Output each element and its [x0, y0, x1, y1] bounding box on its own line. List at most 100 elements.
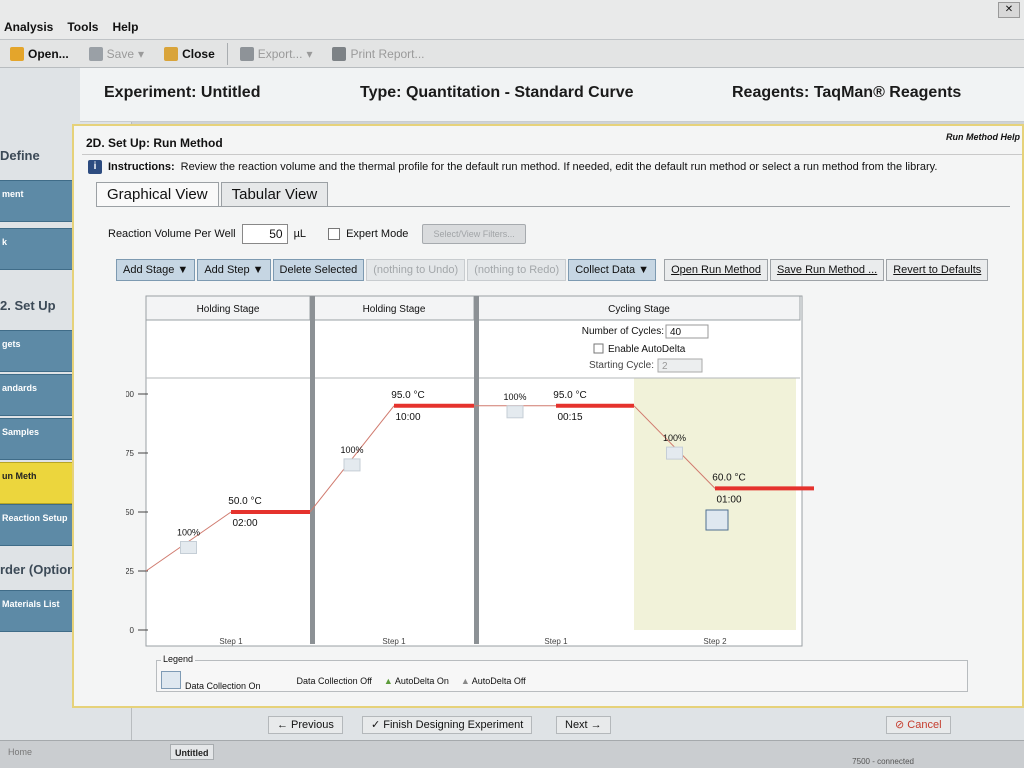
- open-run-method-button[interactable]: Open Run Method: [664, 259, 768, 281]
- step-label: Step 1: [219, 637, 243, 646]
- cancel-button[interactable]: ⊘ Cancel: [886, 716, 951, 734]
- step-temperature: 95.0 °C: [553, 390, 586, 401]
- starting-cycle-label: Starting Cycle:: [589, 360, 654, 371]
- ramp-rate: 100%: [503, 392, 526, 402]
- view-tabs: Graphical View Tabular View: [96, 182, 330, 206]
- menu-list: Analysis Tools Help: [4, 20, 138, 34]
- reaction-volume-row: Reaction Volume Per Well 50 µL Expert Mo…: [108, 224, 526, 244]
- tab-graphical-view[interactable]: Graphical View: [96, 182, 219, 206]
- sidebar-setup-heading: 2. Set Up: [0, 298, 56, 313]
- export-button[interactable]: Export... ▾: [232, 43, 321, 65]
- tab-underline: [96, 206, 1010, 207]
- step-temperature: 50.0 °C: [228, 496, 261, 507]
- legend-title: Legend: [161, 654, 196, 664]
- legend: Legend Data Collection On Data Collectio…: [156, 654, 968, 692]
- collect-data-button[interactable]: Collect Data ▼: [568, 259, 657, 281]
- tab-tabular-view[interactable]: Tabular View: [220, 182, 329, 206]
- experiment-header: Experiment: Untitled Type: Quantitation …: [80, 68, 1024, 122]
- y-axis-tick-label: 75: [126, 449, 135, 458]
- close-button[interactable]: Close: [156, 43, 223, 65]
- delete-selected-button[interactable]: Delete Selected: [272, 259, 365, 281]
- save-button[interactable]: Save ▾: [81, 43, 152, 65]
- add-stage-button[interactable]: Add Stage ▼: [116, 259, 196, 281]
- bottom-tab-untitled[interactable]: Untitled: [170, 744, 214, 760]
- reaction-volume-input[interactable]: 50: [241, 224, 288, 244]
- y-axis-tick-label: 0: [130, 626, 135, 635]
- sidebar-item-experiment[interactable]: ment: [0, 180, 76, 222]
- bottom-tab-home[interactable]: Home: [4, 744, 36, 760]
- info-icon: i: [88, 160, 102, 174]
- redo-button[interactable]: (nothing to Redo): [467, 259, 567, 281]
- legend-items: Data Collection On Data Collection Off ▲…: [161, 671, 526, 691]
- legend-data-collection-on: Data Collection On: [161, 671, 261, 691]
- thermal-profile-chart: 0 25 50 75 100 Holding Stage Holding Stage Cycl…: [126, 294, 948, 650]
- window-close-icon[interactable]: ✕: [998, 2, 1020, 18]
- step-label: Step 1: [544, 637, 568, 646]
- next-button[interactable]: Next →: [556, 716, 611, 734]
- export-icon: [239, 46, 254, 61]
- reaction-volume-unit: µL: [293, 228, 307, 240]
- y-axis-tick-label: 25: [126, 567, 135, 576]
- autodelta-off-icon: ▲: [460, 676, 470, 686]
- finish-designing-button[interactable]: ✓ Finish Designing Experiment: [362, 716, 533, 734]
- expert-mode-checkbox[interactable]: [328, 228, 341, 240]
- stage-name: Cycling Stage: [608, 304, 670, 315]
- previous-button[interactable]: ← Previous: [268, 716, 343, 734]
- sidebar-define-heading: Define: [0, 148, 40, 163]
- undo-button[interactable]: (nothing to Undo): [366, 259, 466, 281]
- selected-step-highlight: [634, 378, 796, 630]
- toolbar: Open... Save ▾ Close Export... ▾ Print R…: [0, 40, 1024, 68]
- enable-autodelta-label: Enable AutoDelta: [608, 344, 686, 355]
- connection-status: 7500 - connected: [852, 757, 914, 766]
- save-run-method-button[interactable]: Save Run Method ...: [769, 259, 885, 281]
- run-method-help-link[interactable]: Run Method Help: [946, 132, 1020, 142]
- instructions: i Instructions: Review the reaction volu…: [88, 160, 937, 174]
- revert-to-defaults-button[interactable]: Revert to Defaults: [886, 259, 989, 281]
- sidebar-item-methods[interactable]: k: [0, 228, 82, 270]
- stage-divider: [474, 296, 479, 644]
- data-collection-off-icon: [343, 458, 361, 472]
- add-step-button[interactable]: Add Step ▼: [197, 259, 271, 281]
- floppy-icon: [88, 46, 103, 61]
- step-time: 01:00: [716, 494, 741, 505]
- enable-autodelta-checkbox: [593, 343, 604, 354]
- y-axis-tick-label: 50: [126, 508, 135, 517]
- toolbar-separator: [226, 42, 228, 65]
- step-label: Step 2: [703, 637, 727, 646]
- legend-autodelta-on: ▲ AutoDelta On: [383, 676, 449, 686]
- thermal-profile-svg: 0 25 50 75 100 Holding Stage Holding Stage Cycl…: [126, 295, 814, 647]
- number-of-cycles-label: Number of Cycles:: [582, 326, 664, 337]
- legend-data-collection-off: Data Collection Off: [296, 676, 372, 686]
- data-collection-off-icon: [506, 405, 524, 419]
- experiment-reagents: Reagents: TaqMan® Reagents: [732, 84, 962, 101]
- method-action-bar: Add Stage ▼ Add Step ▼ Delete Selected (…: [116, 259, 989, 281]
- step-temperature: 60.0 °C: [712, 472, 745, 483]
- data-collection-on-icon: [705, 509, 729, 531]
- bottom-bar: Home Untitled 7500 - connected: [0, 740, 1024, 768]
- autodelta-on-icon: ▲: [383, 676, 393, 686]
- stage-divider: [310, 296, 315, 644]
- panel-title: 2D. Set Up: Run Method: [86, 136, 223, 150]
- menu-analysis[interactable]: Analysis: [4, 20, 53, 34]
- select-view-filters-button[interactable]: Select/View Filters...: [422, 224, 526, 244]
- print-report-button[interactable]: Print Report...: [324, 43, 432, 65]
- reaction-volume-label: Reaction Volume Per Well: [108, 228, 236, 240]
- number-of-cycles-value: 40: [670, 327, 682, 338]
- step-label: Step 1: [382, 637, 406, 646]
- experiment-type: Type: Quantitation - Standard Curve: [360, 84, 634, 101]
- printer-icon: [332, 46, 347, 61]
- panel-divider: [82, 154, 1022, 155]
- step-temperature: 95.0 °C: [391, 390, 424, 401]
- legend-autodelta-off: ▲ AutoDelta Off: [460, 676, 526, 686]
- close-doc-icon: [164, 46, 179, 61]
- data-collection-off-icon: [666, 446, 683, 460]
- data-collection-on-icon: [161, 671, 181, 689]
- menu-tools[interactable]: Tools: [67, 20, 98, 34]
- starting-cycle-value: 2: [662, 361, 668, 372]
- wizard-footer: ← Previous ✓ Finish Designing Experiment…: [132, 708, 1024, 740]
- y-axis-tick-label: 100: [126, 390, 135, 399]
- data-collection-off-icon: [180, 541, 197, 554]
- menu-help[interactable]: Help: [112, 20, 138, 34]
- open-button[interactable]: Open...: [2, 43, 77, 65]
- run-method-panel: 2D. Set Up: Run Method Run Method Help i…: [72, 124, 1024, 708]
